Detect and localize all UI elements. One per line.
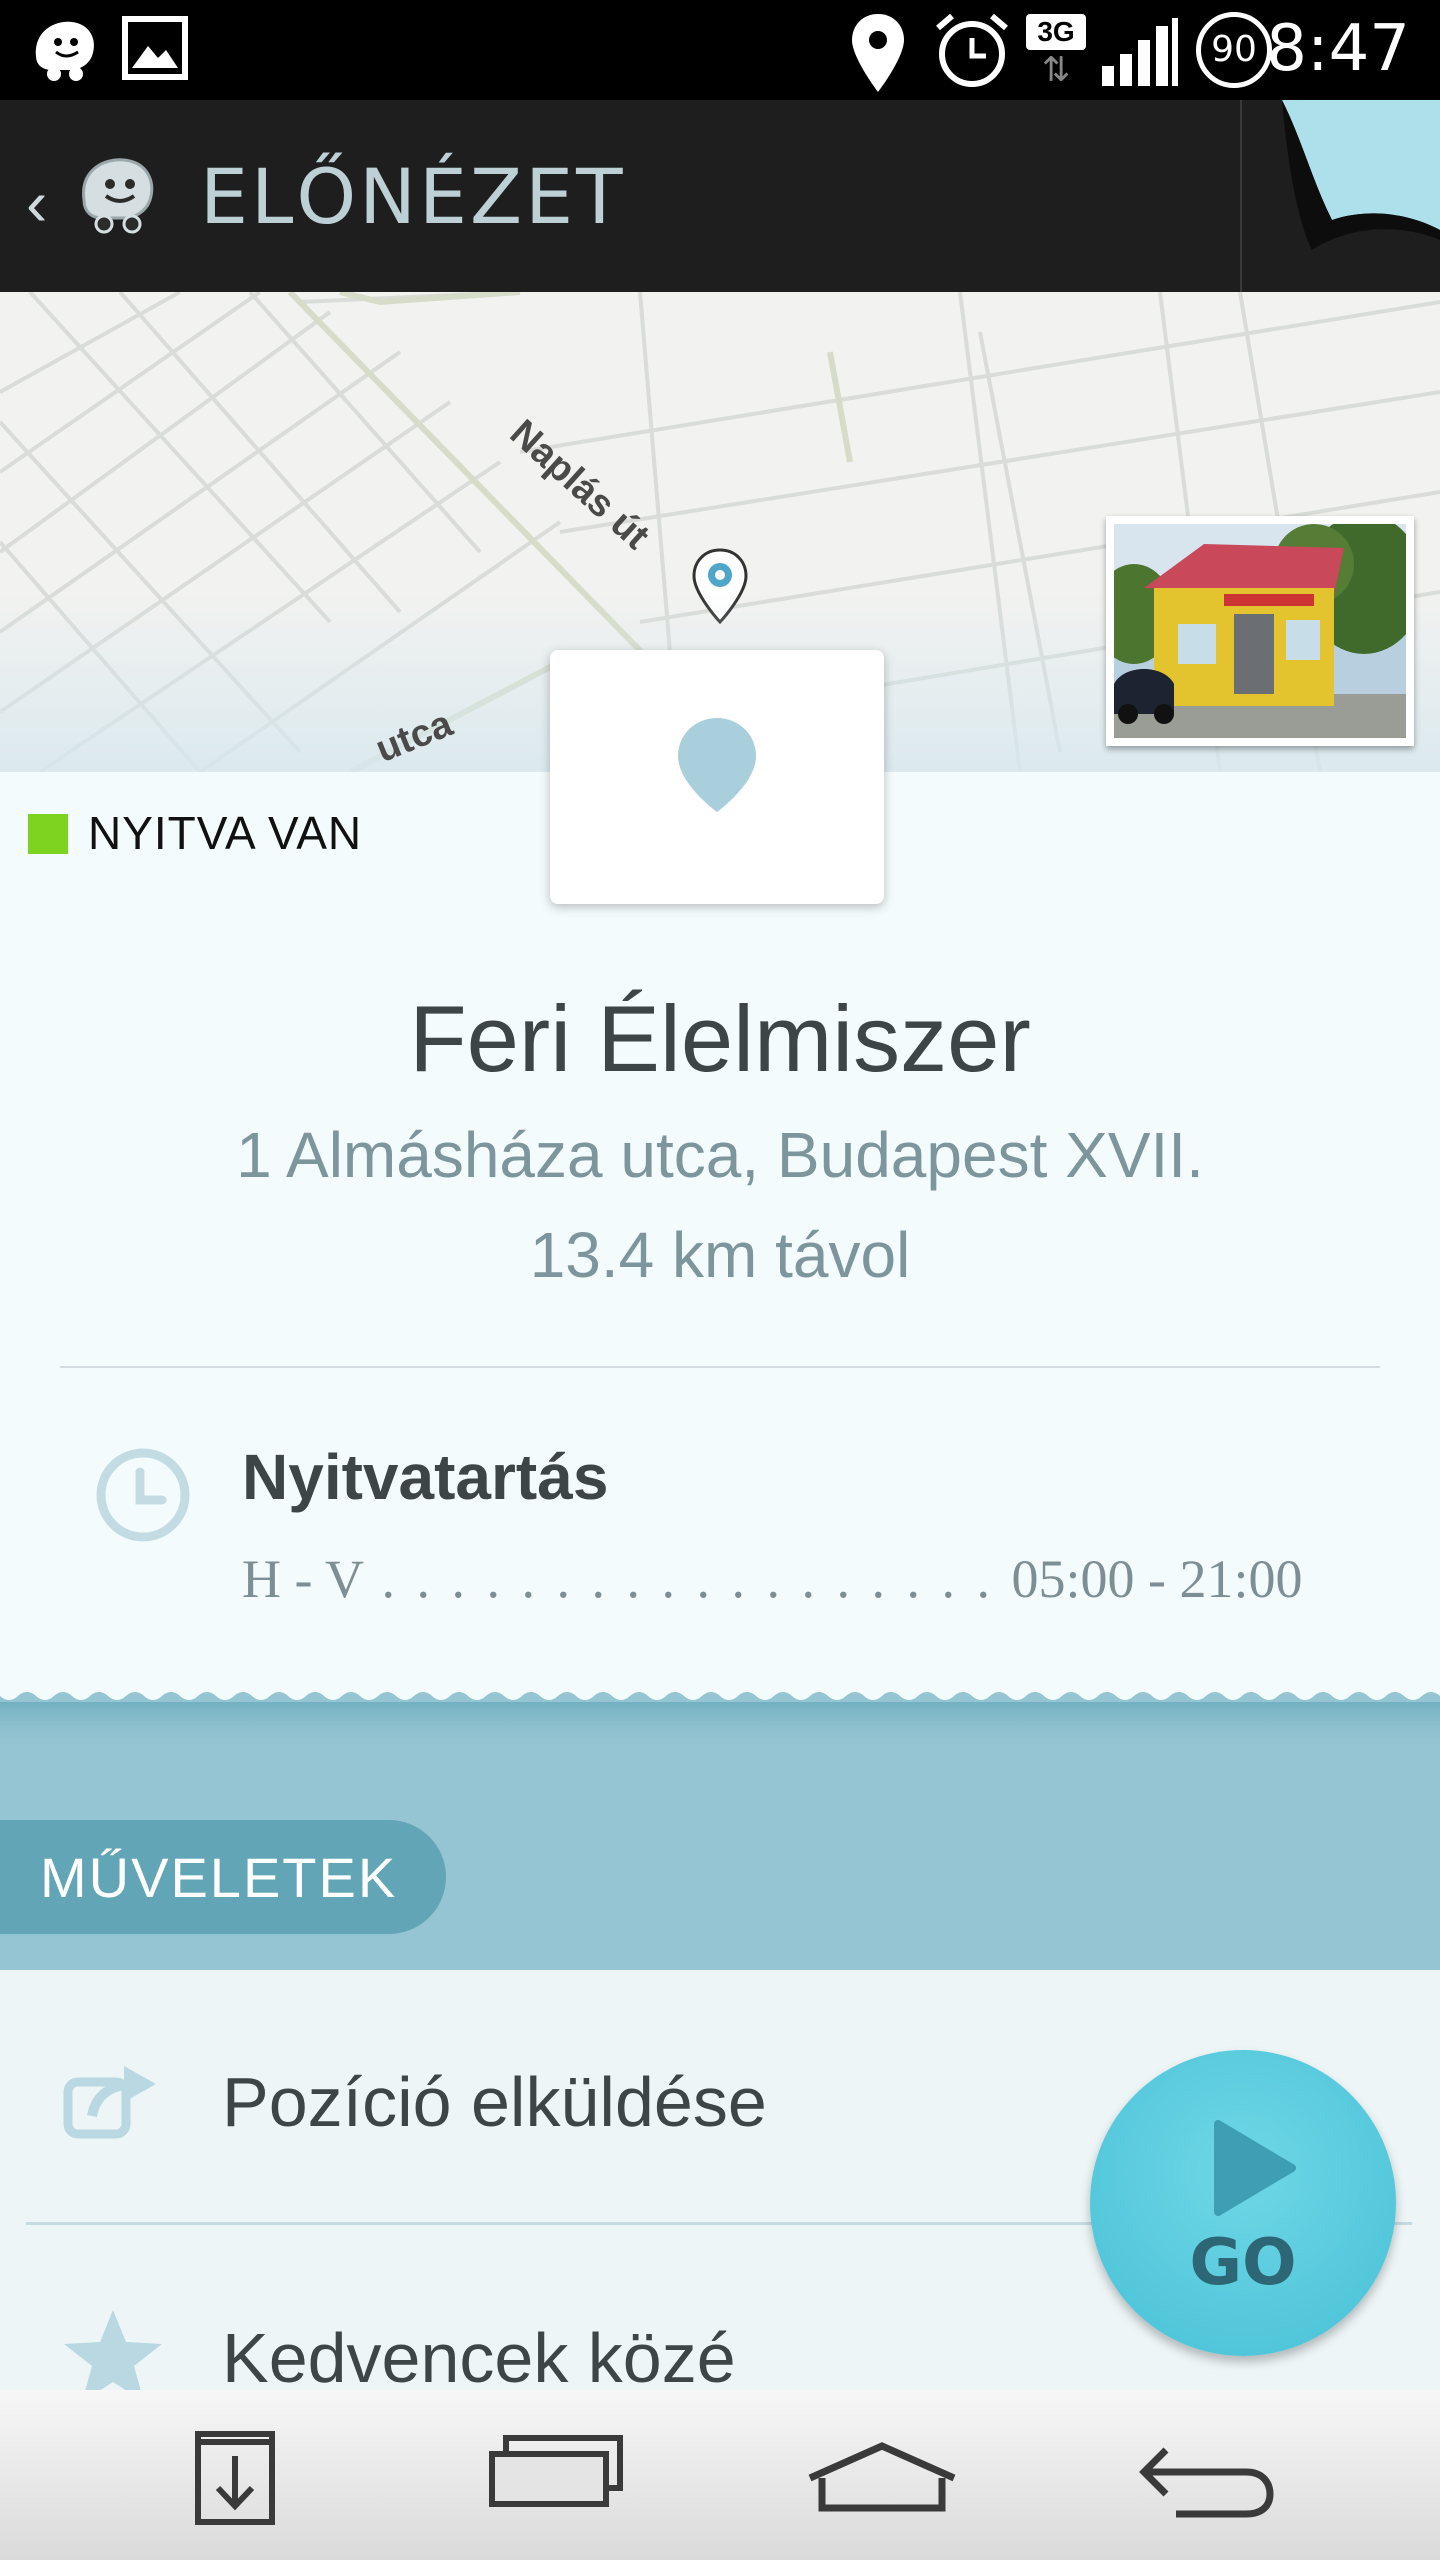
place-pin-card — [550, 650, 884, 904]
hours-days: H - V — [242, 1549, 365, 1609]
location-icon — [852, 14, 904, 92]
back-nav-icon[interactable] — [1136, 2440, 1276, 2520]
send-location-label: Pozíció elküldése — [222, 2063, 767, 2141]
add-favorite-label: Kedvencek közé — [222, 2319, 736, 2397]
app-bar: ‹ ELŐNÉZET — [0, 100, 1440, 292]
open-status-label: NYITVA VAN — [88, 807, 363, 859]
clock-icon — [96, 1448, 190, 1542]
image-icon — [122, 16, 188, 80]
opening-hours-title: Nyitvatartás — [242, 1441, 609, 1513]
place-marker-icon — [678, 718, 756, 812]
place-distance: 13.4 km távol — [529, 1219, 911, 1291]
opening-hours-row: H - V . . . . . . . . . . . . . . . . . … — [242, 1548, 1303, 1610]
open-status-indicator — [28, 814, 68, 854]
network-3g-icon: 3G ⇅ — [1026, 14, 1086, 92]
system-nav-bar — [0, 2390, 1440, 2560]
page-title: ELŐNÉZET — [200, 152, 626, 241]
home-icon[interactable] — [804, 2440, 960, 2512]
waze-icon — [35, 21, 94, 81]
actions-section-label: MŰVELETEK — [40, 1846, 398, 1909]
clock-time: 8:47 — [1266, 12, 1410, 86]
place-address: 1 Almásháza utca, Budapest XVII. — [236, 1119, 1204, 1191]
go-button[interactable]: GO — [1090, 2050, 1396, 2356]
recent-apps-icon[interactable] — [486, 2434, 626, 2510]
go-label: GO — [1189, 2226, 1297, 2300]
battery-icon: 90 — [1196, 12, 1272, 88]
place-name: Feri Élelmiszer — [409, 986, 1031, 1091]
signal-icon — [1102, 18, 1178, 86]
place-photo[interactable] — [1106, 516, 1414, 746]
download-icon[interactable] — [190, 2420, 280, 2530]
back-button[interactable]: ‹ — [26, 166, 47, 240]
share-icon — [63, 2066, 156, 2139]
waze-logo-icon[interactable] — [70, 148, 162, 240]
divider — [60, 1366, 1380, 1368]
hours-dots: . . . . . . . . . . . . . . . . . . — [364, 1549, 1012, 1609]
hours-time: 05:00 - 21:00 — [1011, 1549, 1303, 1609]
alarm-icon — [936, 13, 1008, 87]
star-icon — [64, 2310, 162, 2396]
page-curl-icon[interactable] — [1242, 100, 1440, 292]
status-bar: 3G ⇅ 90 8:47 — [0, 0, 1440, 100]
play-icon — [1214, 2120, 1296, 2216]
